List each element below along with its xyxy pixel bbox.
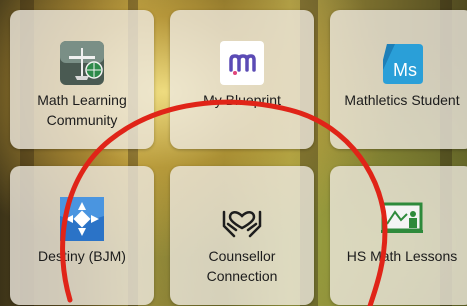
mathletics-icon: Ms <box>379 40 425 86</box>
tile-label: HS Math Lessons <box>346 248 458 264</box>
math-learning-community-icon <box>59 40 105 86</box>
tile-label: Counsellor Connection <box>206 248 278 284</box>
app-tile-counsellor-connection[interactable]: Counsellor Connection <box>170 166 314 305</box>
app-tile-math-learning-community[interactable]: Math Learning Community <box>10 10 154 149</box>
app-tile-my-blueprint[interactable]: My Blueprint <box>170 10 314 149</box>
tile-label: My Blueprint <box>203 92 281 108</box>
heart-hands-icon <box>218 194 266 242</box>
mathletics-icon-text: Ms <box>393 60 417 80</box>
tile-label: Mathletics Student <box>344 92 460 108</box>
tile-label: Destiny (BJM) <box>38 248 126 264</box>
myblueprint-icon <box>219 40 265 86</box>
chalkboard-icon <box>381 202 423 236</box>
tile-label: Math Learning Community <box>37 92 127 128</box>
app-tile-mathletics-student[interactable]: Ms Mathletics Student <box>330 10 467 149</box>
app-tile-destiny[interactable]: Destiny (BJM) <box>10 166 154 305</box>
app-tile-hs-math-lessons[interactable]: HS Math Lessons <box>330 166 467 305</box>
destiny-icon <box>59 196 105 242</box>
